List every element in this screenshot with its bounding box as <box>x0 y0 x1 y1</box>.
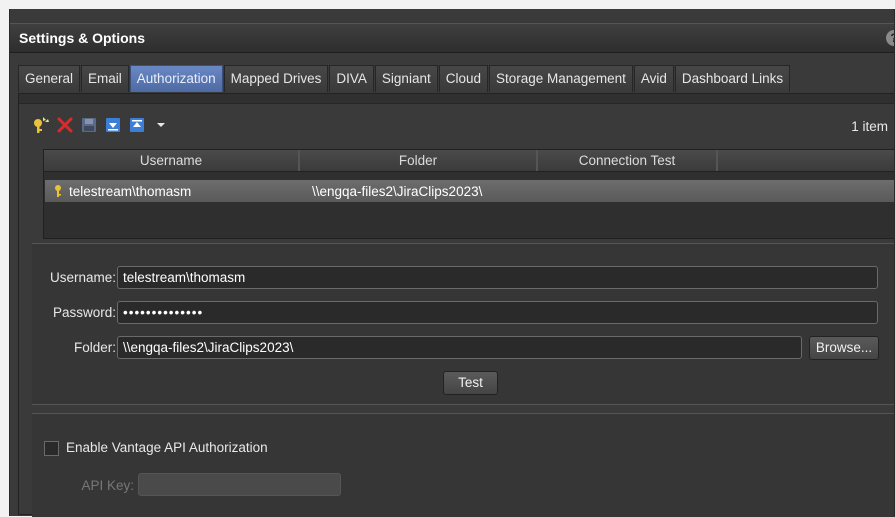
row-username: telestream\thomasm <box>69 183 192 199</box>
tab-storage-management[interactable]: Storage Management <box>489 65 633 92</box>
key-icon <box>53 184 63 198</box>
add-key-icon[interactable] <box>32 116 50 134</box>
password-label: Password: <box>52 305 116 320</box>
tab-general[interactable]: General <box>18 65 81 92</box>
folder-field[interactable]: \\engqa-files2\JiraClips2023\ <box>117 336 802 359</box>
authorization-grid: Username Folder Connection Test telestre… <box>43 149 895 239</box>
move-up-icon[interactable] <box>128 116 146 134</box>
grid-header: Username Folder Connection Test <box>44 150 895 172</box>
panel-top-strip <box>19 94 895 104</box>
toolbar <box>32 116 170 134</box>
delete-icon[interactable] <box>56 116 74 134</box>
tab-email[interactable]: Email <box>81 65 129 92</box>
tab-diva[interactable]: DIVA <box>329 65 374 92</box>
row-folder: \\engqa-files2\JiraClips2023\ <box>312 183 483 199</box>
api-key-field <box>138 473 341 496</box>
folder-label: Folder: <box>73 340 116 355</box>
api-key-label: API Key: <box>81 478 134 493</box>
browse-button[interactable]: Browse... <box>809 336 879 360</box>
tab-authorization[interactable]: Authorization <box>129 65 223 92</box>
tab-signiant[interactable]: Signiant <box>374 65 438 92</box>
item-count: 1 item <box>851 119 888 134</box>
column-header-folder[interactable]: Folder <box>300 150 538 171</box>
username-label: Username: <box>49 270 116 285</box>
settings-window: Settings & Options ? General Email Autho… <box>9 9 895 517</box>
tab-cloud[interactable]: Cloud <box>438 65 488 92</box>
table-row[interactable]: telestream\thomasm \\engqa-files2\JiraCl… <box>45 180 894 202</box>
tab-avid[interactable]: Avid <box>633 65 674 92</box>
dropdown-arrow-icon[interactable] <box>152 116 170 134</box>
enable-api-label: Enable Vantage API Authorization <box>66 440 268 455</box>
api-authorization-section: Enable Vantage API Authorization API Key… <box>32 413 895 517</box>
column-header-username[interactable]: Username <box>44 150 300 171</box>
title-bar: Settings & Options ? <box>10 23 895 53</box>
window-title: Settings & Options <box>19 30 145 46</box>
save-icon[interactable] <box>80 116 98 134</box>
username-field[interactable]: telestream\thomasm <box>117 266 878 289</box>
test-button[interactable]: Test <box>443 371 498 395</box>
tab-dashboard-links[interactable]: Dashboard Links <box>674 65 791 92</box>
tab-mapped-drives[interactable]: Mapped Drives <box>223 65 329 92</box>
column-header-connection-test[interactable]: Connection Test <box>538 150 718 171</box>
tab-bar: General Email Authorization Mapped Drive… <box>18 65 791 93</box>
move-down-icon[interactable] <box>104 116 122 134</box>
enable-api-checkbox[interactable] <box>44 441 59 456</box>
password-field[interactable]: •••••••••••••• <box>117 301 878 324</box>
credential-form: Username: telestream\thomasm Password: •… <box>32 243 895 405</box>
